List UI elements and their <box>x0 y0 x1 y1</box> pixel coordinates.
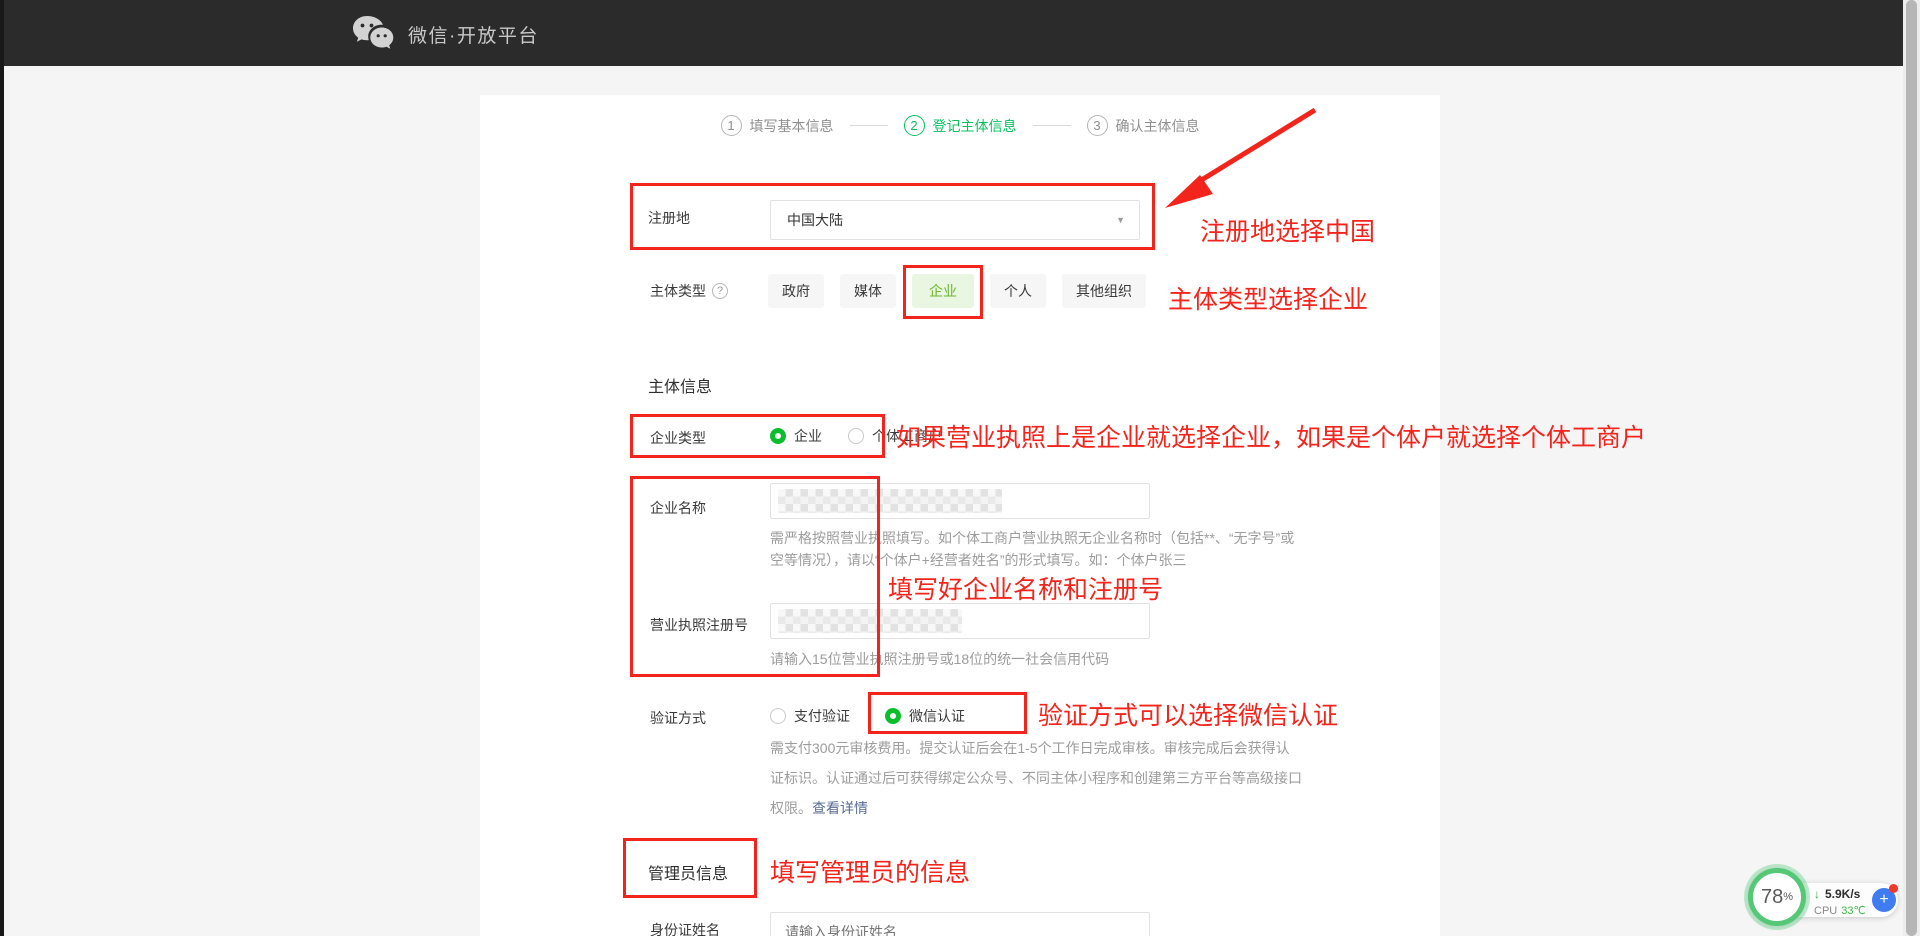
view-details-link[interactable]: 查看详情 <box>812 800 868 816</box>
subject-type-enterprise-button[interactable]: 企业 <box>912 274 974 308</box>
id-name-input[interactable] <box>770 912 1150 936</box>
annotation-name-license: 填写好企业名称和注册号 <box>888 570 1163 606</box>
step-2: 2 登记主体信息 <box>904 115 1017 136</box>
step-2-circle: 2 <box>904 115 925 136</box>
annotation-company-type: 如果营业执照上是企业就选择企业，如果是个体户就选择个体工商户 <box>896 418 1646 454</box>
step-2-label: 登记主体信息 <box>933 116 1017 136</box>
license-no-input[interactable] <box>770 603 1150 639</box>
network-speed-row: ↓ 5.9K/s <box>1814 887 1860 901</box>
subject-type-label: 主体类型 <box>650 281 706 301</box>
radio-individual-business[interactable] <box>848 428 864 444</box>
cpu-row: CPU 33℃ <box>1814 904 1866 917</box>
radio-company-selected[interactable] <box>770 428 786 444</box>
window-left-edge <box>0 0 4 936</box>
company-name-input[interactable] <box>770 483 1150 519</box>
radio-pay-verify[interactable] <box>770 708 786 724</box>
subject-type-government-button[interactable]: 政府 <box>768 274 824 308</box>
gauge-percent-unit: % <box>1783 891 1793 903</box>
id-name-label: 身份证姓名 <box>650 920 720 936</box>
verify-method-options: 支付验证 微信认证 <box>770 706 965 726</box>
cpu-temperature: 33℃ <box>1841 904 1866 917</box>
company-type-option-label[interactable]: 企业 <box>794 426 822 446</box>
step-1-circle: 1 <box>721 115 742 136</box>
verify-option-label[interactable]: 微信认证 <box>909 706 965 726</box>
red-arrow-annotation <box>1140 98 1340 223</box>
redacted-company-name <box>778 489 1002 513</box>
annotation-subject-type: 主体类型选择企业 <box>1168 280 1368 316</box>
license-no-help: 请输入15位营业执照注册号或18位的统一社会信用代码 <box>770 648 1109 670</box>
reg-location-label: 注册地 <box>648 208 690 228</box>
step-divider <box>1033 125 1071 126</box>
company-name-help: 需严格按照营业执照填写。如个体工商户营业执照无企业名称时（包括**、“无字号”或… <box>770 527 1294 571</box>
subject-type-individual-button[interactable]: 个人 <box>990 274 1046 308</box>
download-speed: 5.9K/s <box>1825 887 1860 901</box>
company-name-label: 企业名称 <box>650 498 706 518</box>
admin-info-title: 管理员信息 <box>648 860 728 884</box>
help-icon[interactable]: ? <box>712 283 728 299</box>
redacted-license-no <box>778 609 962 633</box>
verify-help: 需支付300元审核费用。提交认证后会在1-5个工作日完成审核。审核完成后会获得认… <box>770 733 1302 823</box>
brand-title: 微信·开放平台 <box>408 21 539 48</box>
dropdown-caret-icon: ▼ <box>1116 215 1125 225</box>
cpu-label: CPU <box>1814 905 1837 917</box>
top-header-bar: 微信·开放平台 <box>0 0 1920 66</box>
license-no-label: 营业执照注册号 <box>650 615 748 635</box>
page-background: 微信·开放平台 1 填写基本信息 2 登记主体信息 3 确认主体信息 注册地 中… <box>0 0 1920 936</box>
download-arrow-icon: ↓ <box>1814 887 1820 901</box>
subject-type-media-button[interactable]: 媒体 <box>840 274 896 308</box>
subject-type-options: 政府 媒体 企业 个人 其他组织 <box>768 274 1162 308</box>
brand: 微信·开放平台 <box>352 14 539 55</box>
subject-type-label-row: 主体类型 ? <box>650 281 728 301</box>
verify-method-label: 验证方式 <box>650 708 706 728</box>
annotation-verify: 验证方式可以选择微信认证 <box>1038 696 1338 732</box>
annotation-admin: 填写管理员的信息 <box>770 853 970 889</box>
radio-wechat-verify-selected[interactable] <box>885 708 901 724</box>
scrollbar-track[interactable] <box>1903 0 1920 936</box>
step-divider <box>850 125 888 126</box>
gauge-percent: 78 <box>1761 886 1783 909</box>
wechat-logo-icon <box>352 14 394 55</box>
company-type-label: 企业类型 <box>650 428 706 448</box>
reg-location-select[interactable]: 中国大陆 ▼ <box>770 200 1140 240</box>
notification-dot <box>1889 884 1898 893</box>
memory-gauge[interactable]: 78% <box>1748 868 1806 926</box>
step-1-label: 填写基本信息 <box>750 116 834 136</box>
step-1: 1 填写基本信息 <box>721 115 834 136</box>
verify-option-label[interactable]: 支付验证 <box>794 706 850 726</box>
scrollbar-thumb[interactable] <box>1906 0 1917 936</box>
subject-type-other-button[interactable]: 其他组织 <box>1062 274 1146 308</box>
step-3-circle: 3 <box>1087 115 1108 136</box>
subject-info-title: 主体信息 <box>648 373 712 397</box>
annotation-reg-location: 注册地选择中国 <box>1200 212 1375 248</box>
reg-location-value: 中国大陆 <box>787 210 843 230</box>
